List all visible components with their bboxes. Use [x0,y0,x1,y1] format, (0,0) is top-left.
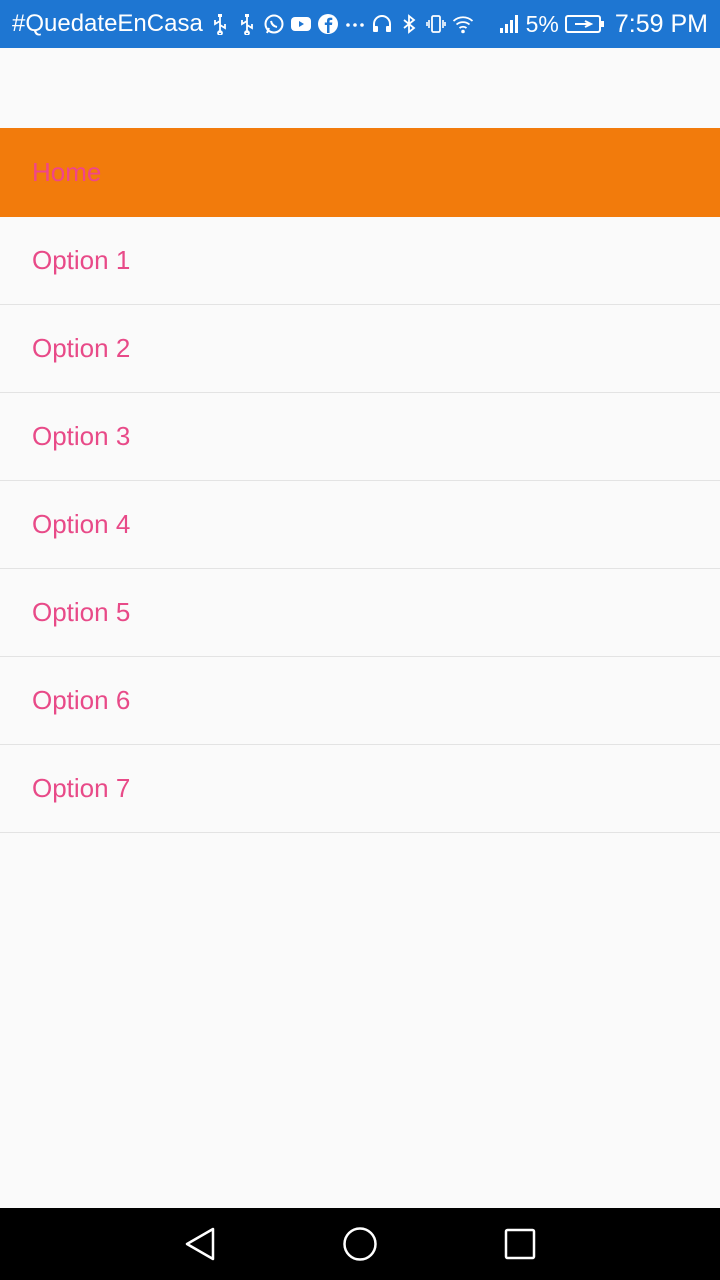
menu-item-label: Option 2 [32,333,131,363]
status-right: 5% 7:59 PM [498,10,708,39]
battery-charging-icon [564,13,605,35]
menu-item-label: Home [32,157,102,187]
status-left: #QuedateEnCasa [12,10,498,38]
headset-icon [371,13,393,35]
clock: 7:59 PM [614,9,708,38]
menu-item-label: Option 4 [32,509,131,539]
signal-icon [498,13,520,35]
drawer-menu: Home Option 1 Option 2 Option 3 Option 4… [0,128,720,833]
navigation-bar [0,1208,720,1280]
recents-button[interactable] [500,1224,540,1264]
menu-item-option-7[interactable]: Option 7 [0,745,720,833]
notification-icons [209,13,474,35]
status-carrier-text: #QuedateEnCasa [12,10,203,37]
menu-item-label: Option 3 [32,421,131,451]
bluetooth-icon [398,13,420,35]
screen: #QuedateEnCasa 5% 7:59 PM Home Option 1 … [0,0,720,1280]
menu-item-option-3[interactable]: Option 3 [0,393,720,481]
home-button[interactable] [340,1224,380,1264]
battery-percent: 5% [525,10,559,37]
menu-item-label: Option 6 [32,685,131,715]
usb-icon [236,13,258,35]
menu-item-option-5[interactable]: Option 5 [0,569,720,657]
youtube-icon [290,13,312,35]
vibrate-icon [425,13,447,35]
usb-icon [209,13,231,35]
back-button[interactable] [180,1224,220,1264]
menu-item-option-2[interactable]: Option 2 [0,305,720,393]
menu-item-option-4[interactable]: Option 4 [0,481,720,569]
menu-item-home[interactable]: Home [0,128,720,217]
menu-item-label: Option 7 [32,773,131,803]
back-icon [185,1227,215,1261]
wifi-icon [452,13,474,35]
menu-item-option-1[interactable]: Option 1 [0,217,720,305]
menu-item-label: Option 1 [32,245,131,275]
menu-item-option-6[interactable]: Option 6 [0,657,720,745]
menu-item-label: Option 5 [32,597,131,627]
facebook-icon [317,13,339,35]
status-bar: #QuedateEnCasa 5% 7:59 PM [0,0,720,48]
recents-icon [504,1228,536,1260]
home-icon [343,1227,377,1261]
more-notifications-icon [344,13,366,35]
whatsapp-icon [263,13,285,35]
